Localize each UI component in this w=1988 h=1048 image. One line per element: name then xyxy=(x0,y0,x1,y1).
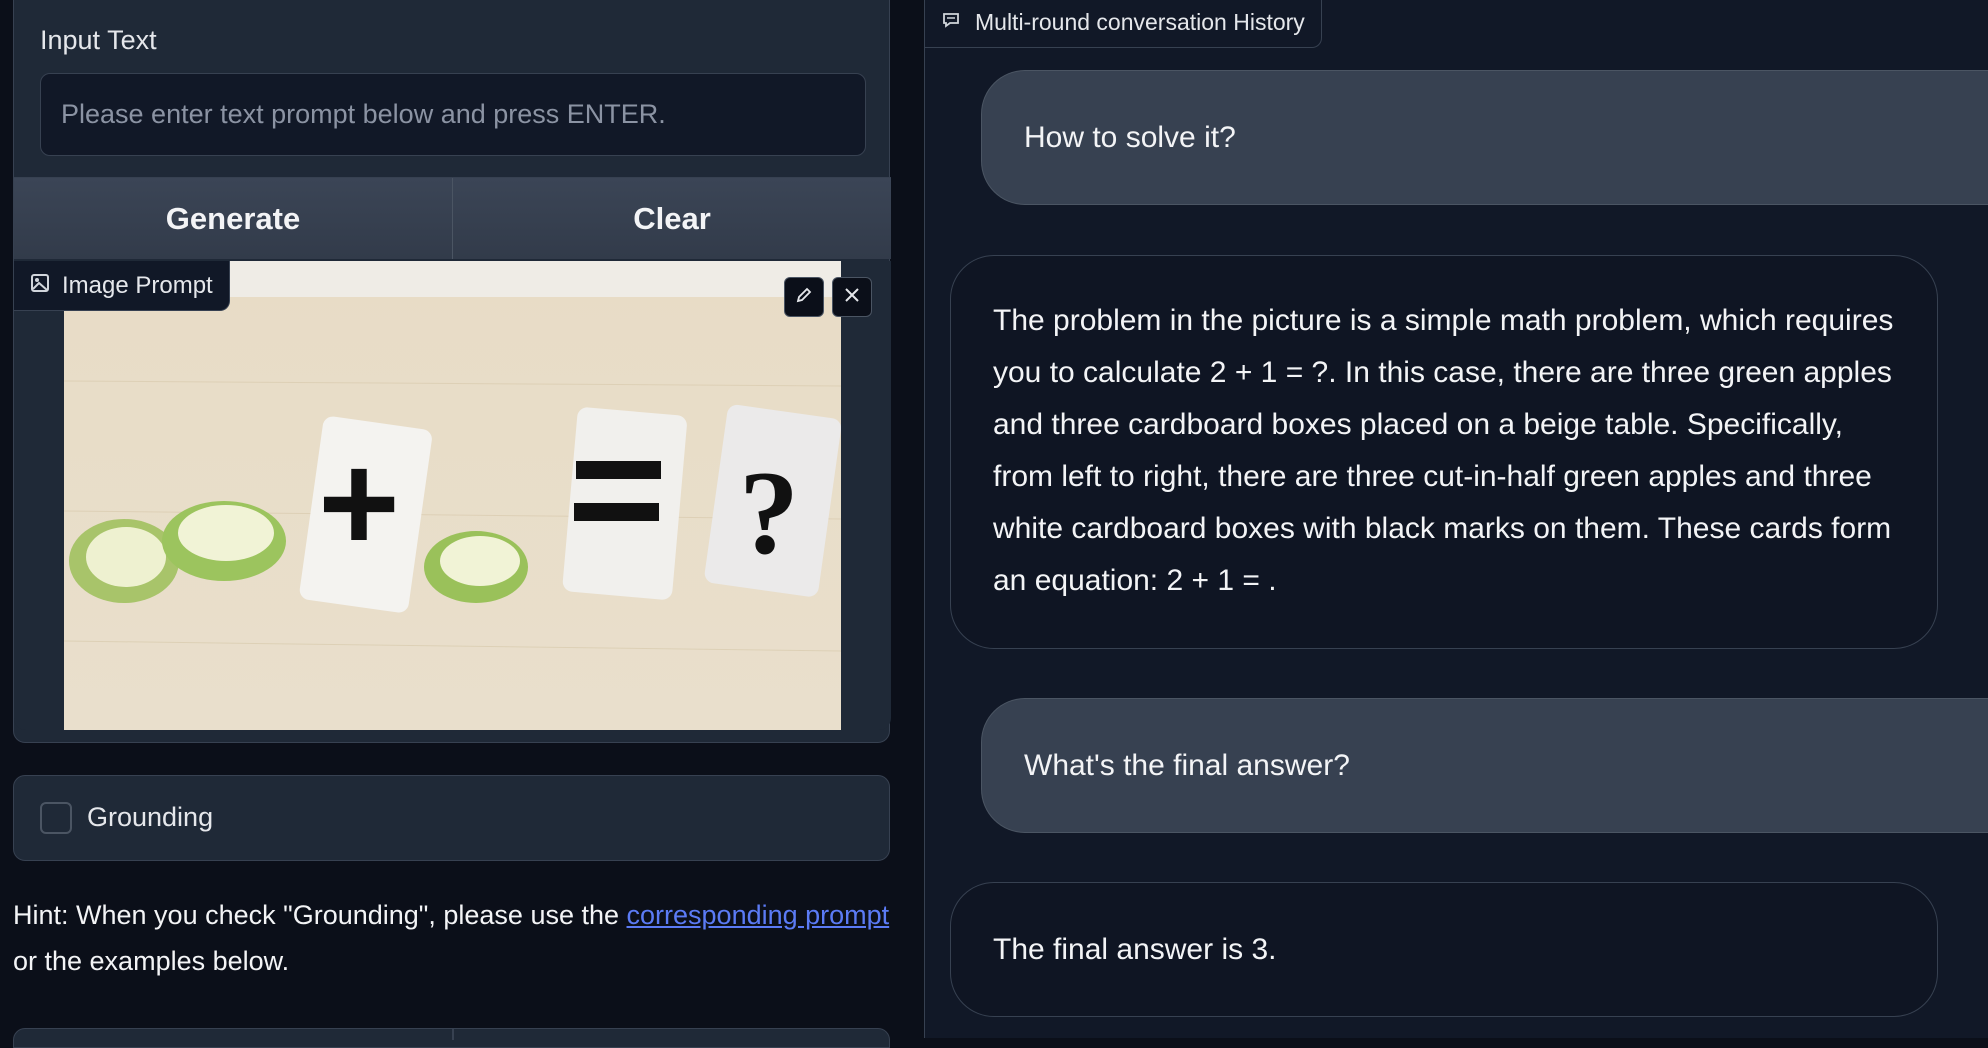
corresponding-prompt-link[interactable]: corresponding prompt xyxy=(627,900,890,930)
uploaded-image: + ? xyxy=(64,261,841,730)
generate-button[interactable]: Generate xyxy=(14,178,452,259)
history-title: Multi-round conversation History xyxy=(975,9,1305,35)
user-message: What's the final answer? xyxy=(981,698,1988,833)
image-icon xyxy=(30,272,50,300)
user-message-text: What's the final answer? xyxy=(1024,748,1350,782)
svg-text:?: ? xyxy=(739,446,799,579)
svg-text:+: + xyxy=(318,424,400,581)
hint-text: Hint: When you check "Grounding", please… xyxy=(13,892,893,984)
remove-image-button[interactable] xyxy=(832,277,872,317)
history-tab: Multi-round conversation History xyxy=(925,0,1322,48)
user-message-text: How to solve it? xyxy=(1024,120,1236,154)
assistant-message-text: The final answer is 3. xyxy=(993,932,1277,966)
text-prompt-input[interactable] xyxy=(40,73,866,156)
chat-history-panel[interactable]: Multi-round conversation History How to … xyxy=(924,0,1988,1038)
action-buttons: Generate Clear xyxy=(14,177,891,259)
image-prompt-tab: Image Prompt xyxy=(14,261,230,311)
clear-button[interactable]: Clear xyxy=(452,178,891,259)
hint-prefix: Hint: When you check "Grounding", please… xyxy=(13,900,627,930)
chat-icon xyxy=(941,9,961,36)
edit-image-button[interactable] xyxy=(784,277,824,317)
input-text-label: Input Text xyxy=(40,25,157,55)
left-panel: Input Text Generate Clear Image Prompt xyxy=(0,0,920,1048)
assistant-message: The final answer is 3. xyxy=(950,882,1938,1017)
assistant-message: The problem in the picture is a simple m… xyxy=(950,255,1938,649)
grounding-checkbox[interactable] xyxy=(40,802,72,834)
grounding-label: Grounding xyxy=(87,802,214,832)
input-card: Input Text Generate Clear Image Prompt xyxy=(13,0,891,743)
grounding-option[interactable]: Grounding xyxy=(13,775,890,861)
image-prompt-area[interactable]: Image Prompt + ? xyxy=(14,261,891,730)
pencil-icon xyxy=(794,285,814,310)
examples-divider xyxy=(452,1028,454,1040)
user-message: How to solve it? xyxy=(981,70,1988,205)
assistant-message-text: The problem in the picture is a simple m… xyxy=(993,304,1894,597)
hint-suffix: or the examples below. xyxy=(13,946,290,976)
close-icon xyxy=(843,286,861,309)
image-prompt-label: Image Prompt xyxy=(62,271,213,299)
